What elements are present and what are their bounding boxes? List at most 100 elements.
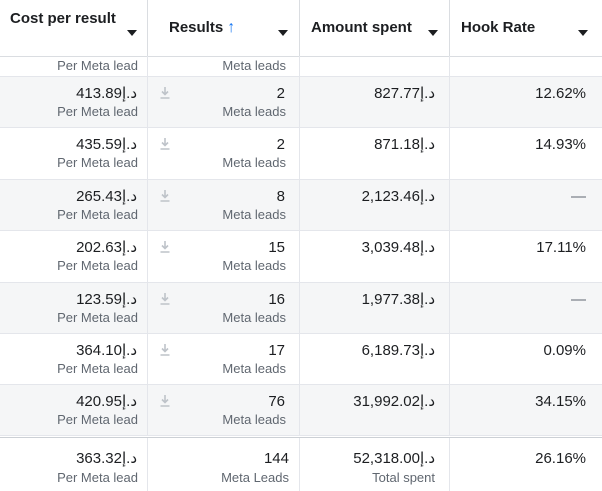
results-cell: 8 Meta leads	[148, 180, 300, 230]
results-unit: Meta leads	[222, 258, 286, 273]
total-hook-rate-value: 26.16%	[535, 450, 586, 467]
results-value: 17	[268, 342, 285, 359]
table-row[interactable]: د.إ420.95 Per Meta lead 76 Meta leads د.…	[0, 385, 602, 436]
cost-per-result-cell: د.إ413.89 Per Meta lead	[0, 77, 148, 127]
hook-rate-cell: 34.15%	[450, 385, 602, 435]
chevron-down-icon[interactable]	[578, 30, 588, 36]
chevron-down-icon[interactable]	[127, 30, 137, 36]
column-header-results[interactable]: Results ↑	[148, 0, 300, 56]
table-header: Cost per result Results ↑ Amount spent Ho…	[0, 0, 602, 57]
download-icon[interactable]	[159, 292, 171, 306]
download-icon[interactable]	[159, 189, 171, 203]
hook-rate-cell: 12.62%	[450, 77, 602, 127]
ads-results-table: Cost per result Results ↑ Amount spent Ho…	[0, 0, 602, 491]
hook-rate-cell: —	[450, 283, 602, 333]
cost-per-result-cell: Per Meta lead	[0, 56, 148, 76]
results-unit: Meta leads	[222, 58, 286, 73]
results-unit: Meta leads	[222, 310, 286, 325]
hook-rate-value: 17.11%	[536, 239, 586, 256]
column-header-cost-per-result[interactable]: Cost per result	[0, 0, 148, 56]
hook-rate-cell: 17.11%	[450, 231, 602, 282]
cost-per-result-value: د.إ265.43	[76, 188, 137, 205]
total-cost-per-result-unit: Per Meta lead	[57, 470, 138, 485]
column-header-label: Hook Rate	[461, 19, 536, 36]
table-row[interactable]: د.إ364.10 Per Meta lead 17 Meta leads د.…	[0, 334, 602, 385]
amount-spent-cell	[300, 56, 450, 76]
download-icon[interactable]	[159, 86, 171, 100]
results-cell: 16 Meta leads	[148, 283, 300, 333]
results-cell: 17 Meta leads	[148, 334, 300, 384]
amount-spent-cell: د.إ871.18	[300, 128, 450, 179]
table-row[interactable]: د.إ202.63 Per Meta lead 15 Meta leads د.…	[0, 231, 602, 283]
total-amount-spent-value: د.إ52,318.00	[353, 450, 435, 467]
results-unit: Meta leads	[222, 412, 286, 427]
cost-per-result-unit: Per Meta lead	[57, 361, 138, 376]
cost-per-result-cell: د.إ123.59 Per Meta lead	[0, 283, 148, 333]
column-header-hook-rate[interactable]: Hook Rate	[450, 0, 602, 56]
hook-rate-value: —	[571, 291, 586, 308]
hook-rate-cell: 14.93%	[450, 128, 602, 179]
cost-per-result-unit: Per Meta lead	[57, 258, 138, 273]
table-row[interactable]: د.إ413.89 Per Meta lead 2 Meta leads د.إ…	[0, 77, 602, 128]
cost-per-result-unit: Per Meta lead	[57, 104, 138, 119]
results-value: 76	[268, 393, 285, 410]
amount-spent-value: د.إ1,977.38	[361, 291, 435, 308]
amount-spent-cell: د.إ2,123.46	[300, 180, 450, 230]
results-unit: Meta leads	[222, 207, 286, 222]
hook-rate-value: 14.93%	[535, 136, 586, 153]
total-row: د.إ363.32 Per Meta lead 144 Meta Leads د…	[0, 437, 602, 491]
table-row[interactable]: د.إ435.59 Per Meta lead 2 Meta leads د.إ…	[0, 128, 602, 180]
results-value: 8	[276, 188, 285, 205]
column-header-label: Amount spent	[311, 19, 412, 36]
total-cost-per-result-value: د.إ363.32	[76, 450, 137, 467]
chevron-down-icon[interactable]	[278, 30, 288, 36]
amount-spent-cell: د.إ31,992.02	[300, 385, 450, 435]
cost-per-result-value: د.إ435.59	[76, 136, 137, 153]
hook-rate-value: 0.09%	[543, 342, 586, 359]
chevron-down-icon[interactable]	[428, 30, 438, 36]
amount-spent-value: د.إ31,992.02	[353, 393, 435, 410]
cost-per-result-value: د.إ364.10	[76, 342, 137, 359]
total-results-unit: Meta Leads	[221, 470, 289, 485]
results-value: 15	[268, 239, 285, 256]
download-icon[interactable]	[159, 394, 171, 408]
table-row[interactable]: Per Meta lead Meta leads	[0, 56, 602, 77]
cost-per-result-cell: د.إ265.43 Per Meta lead	[0, 180, 148, 230]
results-cell: 2 Meta leads	[148, 77, 300, 127]
results-cell: 76 Meta leads	[148, 385, 300, 435]
cost-per-result-value: د.إ420.95	[76, 393, 137, 410]
download-icon[interactable]	[159, 137, 171, 151]
download-icon[interactable]	[159, 343, 171, 357]
arrow-up-icon[interactable]: ↑	[227, 19, 235, 36]
results-unit: Meta leads	[222, 361, 286, 376]
total-results-value: 144	[263, 450, 289, 467]
cost-per-result-unit: Per Meta lead	[57, 310, 138, 325]
cost-per-result-unit: Per Meta lead	[57, 412, 138, 427]
cost-per-result-value: د.إ123.59	[76, 291, 137, 308]
hook-rate-cell: —	[450, 180, 602, 230]
amount-spent-cell: د.إ6,189.73	[300, 334, 450, 384]
results-unit: Meta leads	[222, 104, 286, 119]
cost-per-result-value: د.إ202.63	[76, 239, 137, 256]
table-row[interactable]: د.إ265.43 Per Meta lead 8 Meta leads د.إ…	[0, 180, 602, 231]
hook-rate-cell	[450, 56, 602, 76]
column-header-amount-spent[interactable]: Amount spent	[300, 0, 450, 56]
results-value: 2	[276, 136, 285, 153]
amount-spent-cell: د.إ3,039.48	[300, 231, 450, 282]
results-value: 2	[276, 85, 285, 102]
column-header-label: Results	[169, 19, 224, 36]
cost-per-result-cell: د.إ202.63 Per Meta lead	[0, 231, 148, 282]
results-cell: 15 Meta leads	[148, 231, 300, 282]
amount-spent-value: د.إ827.77	[374, 85, 435, 102]
total-amount-spent-label: Total spent	[372, 470, 435, 485]
hook-rate-value: 34.15%	[535, 393, 586, 410]
amount-spent-cell: د.إ827.77	[300, 77, 450, 127]
cost-per-result-cell: د.إ420.95 Per Meta lead	[0, 385, 148, 435]
total-amount-spent-cell: د.إ52,318.00 Total spent	[300, 438, 450, 491]
download-icon[interactable]	[159, 240, 171, 254]
amount-spent-value: د.إ3,039.48	[361, 239, 435, 256]
table-row[interactable]: د.إ123.59 Per Meta lead 16 Meta leads د.…	[0, 283, 602, 334]
hook-rate-value: —	[571, 188, 586, 205]
results-value: 16	[268, 291, 285, 308]
total-cost-per-result-cell: د.إ363.32 Per Meta lead	[0, 438, 148, 491]
